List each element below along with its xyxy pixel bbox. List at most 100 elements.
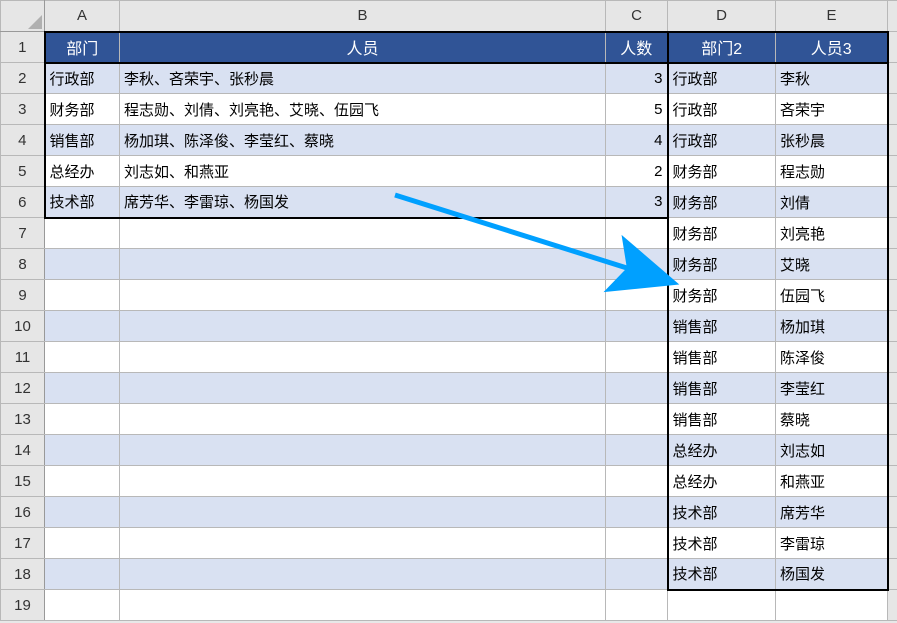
cell[interactable] <box>120 218 606 249</box>
cell[interactable] <box>606 249 668 280</box>
cell[interactable]: 李秋 <box>776 63 888 94</box>
cell[interactable]: 伍园飞 <box>776 280 888 311</box>
cell-header-people[interactable]: 人员 <box>120 32 606 63</box>
row-header[interactable]: 5 <box>1 156 45 187</box>
cell-header-dept2[interactable]: 部门2 <box>668 32 776 63</box>
cell[interactable] <box>45 311 120 342</box>
cell[interactable] <box>45 404 120 435</box>
cell[interactable]: 杨加琪、陈泽俊、李莹红、蔡晓 <box>120 125 606 156</box>
cell[interactable]: 程志勋、刘倩、刘亮艳、艾晓、伍园飞 <box>120 94 606 125</box>
cell[interactable]: 蔡晓 <box>776 404 888 435</box>
cell[interactable]: 总经办 <box>668 466 776 497</box>
cell[interactable]: 技术部 <box>668 528 776 559</box>
cell[interactable]: 吝荣宇 <box>776 94 888 125</box>
cell[interactable] <box>606 342 668 373</box>
column-header-C[interactable]: C <box>606 1 668 32</box>
row-header[interactable]: 8 <box>1 249 45 280</box>
cell[interactable] <box>606 218 668 249</box>
cell[interactable] <box>120 373 606 404</box>
cell[interactable] <box>606 590 668 621</box>
cell[interactable]: 销售部 <box>668 373 776 404</box>
row-header[interactable]: 14 <box>1 435 45 466</box>
cell[interactable]: 刘倩 <box>776 187 888 218</box>
cell[interactable]: 财务部 <box>668 249 776 280</box>
cell[interactable]: 销售部 <box>668 342 776 373</box>
cell[interactable] <box>606 373 668 404</box>
cell[interactable]: 技术部 <box>668 559 776 590</box>
cell[interactable]: 程志勋 <box>776 156 888 187</box>
cell[interactable]: 财务部 <box>668 218 776 249</box>
row-header[interactable]: 16 <box>1 497 45 528</box>
cell[interactable] <box>45 528 120 559</box>
cell[interactable]: 刘志如、和燕亚 <box>120 156 606 187</box>
row-header[interactable]: 3 <box>1 94 45 125</box>
row-header[interactable]: 10 <box>1 311 45 342</box>
cell-header-dept[interactable]: 部门 <box>45 32 120 63</box>
cell[interactable] <box>606 466 668 497</box>
cell[interactable] <box>606 435 668 466</box>
cell[interactable] <box>668 590 776 621</box>
select-all-corner[interactable] <box>1 1 45 32</box>
row-header[interactable]: 19 <box>1 590 45 621</box>
cell[interactable] <box>120 311 606 342</box>
cell[interactable]: 杨加琪 <box>776 311 888 342</box>
cell[interactable]: 财务部 <box>45 94 120 125</box>
cell[interactable]: 总经办 <box>668 435 776 466</box>
cell[interactable]: 销售部 <box>668 311 776 342</box>
cell[interactable]: 刘志如 <box>776 435 888 466</box>
cell[interactable]: 张秒晨 <box>776 125 888 156</box>
cell[interactable] <box>45 466 120 497</box>
cell[interactable] <box>120 590 606 621</box>
cell[interactable] <box>120 280 606 311</box>
cell[interactable]: 行政部 <box>668 63 776 94</box>
row-header[interactable]: 11 <box>1 342 45 373</box>
row-header[interactable]: 12 <box>1 373 45 404</box>
row-header[interactable]: 13 <box>1 404 45 435</box>
cell[interactable] <box>45 280 120 311</box>
cell[interactable] <box>45 218 120 249</box>
cell[interactable]: 李莹红 <box>776 373 888 404</box>
spreadsheet-grid[interactable]: A B C D E 1 部门 人员 人数 部门2 人员3 2 行政部 李秋、吝荣… <box>0 0 897 623</box>
cell[interactable]: 3 <box>606 63 668 94</box>
cell[interactable]: 杨国发 <box>776 559 888 590</box>
column-header-A[interactable]: A <box>45 1 120 32</box>
cell[interactable]: 4 <box>606 125 668 156</box>
cell[interactable] <box>120 466 606 497</box>
cell[interactable]: 2 <box>606 156 668 187</box>
cell[interactable] <box>120 342 606 373</box>
cell[interactable]: 席芳华、李雷琼、杨国发 <box>120 187 606 218</box>
column-header-E[interactable]: E <box>776 1 888 32</box>
cell[interactable]: 和燕亚 <box>776 466 888 497</box>
cell[interactable]: 财务部 <box>668 187 776 218</box>
column-header-D[interactable]: D <box>668 1 776 32</box>
cell[interactable] <box>606 497 668 528</box>
cell[interactable]: 刘亮艳 <box>776 218 888 249</box>
cell[interactable]: 行政部 <box>668 125 776 156</box>
cell[interactable]: 李秋、吝荣宇、张秒晨 <box>120 63 606 94</box>
row-header[interactable]: 4 <box>1 125 45 156</box>
row-header[interactable]: 6 <box>1 187 45 218</box>
cell[interactable] <box>45 342 120 373</box>
cell[interactable] <box>45 435 120 466</box>
cell[interactable] <box>606 528 668 559</box>
cell[interactable] <box>45 249 120 280</box>
row-header[interactable]: 7 <box>1 218 45 249</box>
cell[interactable]: 艾晓 <box>776 249 888 280</box>
cell[interactable]: 行政部 <box>45 63 120 94</box>
cell[interactable] <box>45 559 120 590</box>
row-header[interactable]: 15 <box>1 466 45 497</box>
cell[interactable]: 财务部 <box>668 156 776 187</box>
cell[interactable]: 行政部 <box>668 94 776 125</box>
cell[interactable] <box>45 497 120 528</box>
cell[interactable]: 技术部 <box>45 187 120 218</box>
cell[interactable]: 技术部 <box>668 497 776 528</box>
row-header[interactable]: 9 <box>1 280 45 311</box>
cell[interactable] <box>120 528 606 559</box>
cell[interactable]: 销售部 <box>668 404 776 435</box>
row-header[interactable]: 2 <box>1 63 45 94</box>
cell[interactable]: 5 <box>606 94 668 125</box>
cell[interactable] <box>120 497 606 528</box>
cell[interactable]: 销售部 <box>45 125 120 156</box>
cell[interactable] <box>120 404 606 435</box>
cell[interactable]: 3 <box>606 187 668 218</box>
